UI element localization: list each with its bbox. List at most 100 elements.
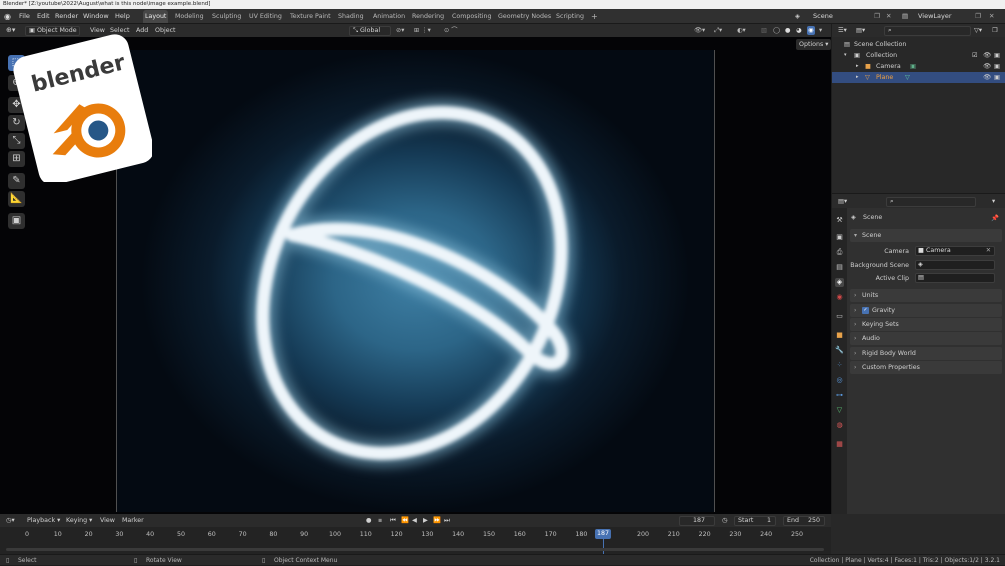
- render-camera-icon[interactable]: ▣: [994, 61, 1000, 72]
- new-view-layer-icon[interactable]: ❐: [975, 9, 981, 24]
- eye-icon[interactable]: 👁: [983, 61, 991, 72]
- tab-geometry-nodes[interactable]: Geometry Nodes: [496, 11, 553, 22]
- tab-sculpting[interactable]: Sculpting: [210, 11, 243, 22]
- options-dropdown[interactable]: Options ▾: [796, 39, 831, 50]
- shading-options-icon[interactable]: ▾: [819, 24, 822, 37]
- tab-shading[interactable]: Shading: [336, 11, 366, 22]
- view-layer-selector[interactable]: ViewLayer: [918, 9, 952, 24]
- delete-scene-icon[interactable]: ✕: [886, 9, 891, 24]
- outliner-row-plane[interactable]: ▸ ▽ Plane ▽ 👁 ▣: [832, 72, 1005, 83]
- jump-end-icon[interactable]: ⏭: [444, 514, 450, 527]
- expand-arrow-icon[interactable]: ▸: [856, 61, 859, 72]
- current-frame-field[interactable]: 187: [679, 516, 715, 526]
- add-cube-icon[interactable]: ▣: [8, 213, 25, 229]
- menu-render[interactable]: Render: [55, 9, 78, 24]
- gravity-checkbox[interactable]: ✓: [862, 307, 869, 314]
- end-frame-field[interactable]: End 250: [783, 516, 825, 526]
- shading-rendered-icon[interactable]: ◉: [807, 26, 815, 35]
- constraints-tab-icon[interactable]: ⊶: [835, 391, 844, 400]
- auto-keying-icon[interactable]: ▪: [378, 514, 382, 527]
- timeline[interactable]: 0 10 20 30 40 50 60 70 80 90 100 110 120 130 140 150 160…: [0, 527, 831, 554]
- object-tab-icon[interactable]: ■: [835, 331, 844, 340]
- properties-options-icon[interactable]: ▾: [992, 195, 995, 208]
- shading-wireframe-icon[interactable]: ◯: [773, 24, 780, 37]
- xray-icon[interactable]: ▧: [761, 24, 767, 37]
- scene-tab-icon[interactable]: ◈: [835, 278, 844, 287]
- new-scene-icon[interactable]: ❐: [874, 9, 880, 24]
- outliner-editor-type-icon[interactable]: ☰▾: [838, 24, 847, 37]
- section-gravity[interactable]: › ✓ Gravity: [850, 304, 1002, 317]
- tab-animation[interactable]: Animation: [371, 11, 407, 22]
- menu-window[interactable]: Window: [83, 9, 109, 24]
- eye-icon[interactable]: 👁: [983, 50, 991, 61]
- section-rigid-body-world[interactable]: › Rigid Body World: [850, 347, 1002, 360]
- outliner-row-camera[interactable]: ▸ ■ Camera ▣ 👁 ▣: [832, 61, 1005, 72]
- tab-compositing[interactable]: Compositing: [450, 11, 493, 22]
- render-tab-icon[interactable]: ▣: [835, 233, 844, 242]
- section-custom-properties[interactable]: › Custom Properties: [850, 361, 1002, 374]
- clear-icon[interactable]: ✕: [986, 247, 991, 255]
- menu-help[interactable]: Help: [115, 9, 130, 24]
- active-clip-field[interactable]: ▤: [915, 273, 995, 283]
- tab-texture-paint[interactable]: Texture Paint: [288, 11, 333, 22]
- shading-material-icon[interactable]: ◕: [796, 24, 802, 37]
- outliner-search-input[interactable]: ⌕: [884, 26, 971, 36]
- viewport-menu-object[interactable]: Object: [155, 24, 176, 37]
- add-workspace-button[interactable]: +: [589, 11, 600, 22]
- background-scene-field[interactable]: ◈: [915, 260, 995, 270]
- scene-selector[interactable]: Scene: [813, 9, 833, 24]
- play-icon[interactable]: ▶: [423, 514, 428, 527]
- playhead[interactable]: 187: [594, 529, 611, 539]
- eye-icon[interactable]: 👁: [983, 72, 991, 83]
- texture-tab-icon[interactable]: ▦: [835, 440, 844, 449]
- menu-file[interactable]: File: [19, 9, 30, 24]
- filter-icon[interactable]: ▽▾: [974, 24, 982, 37]
- proportional-edit-icon[interactable]: ⊙ ⌒: [444, 24, 458, 37]
- outliner-row-scene-collection[interactable]: ▤ Scene Collection: [832, 39, 1005, 50]
- collection-tab-icon[interactable]: ▭: [835, 312, 844, 321]
- transform-orientation-dropdown[interactable]: ⤡ Global: [349, 26, 391, 36]
- pin-icon[interactable]: 📌: [991, 214, 999, 222]
- timeline-scrollbar[interactable]: [6, 548, 824, 551]
- start-frame-field[interactable]: Start 1: [734, 516, 776, 526]
- render-camera-icon[interactable]: ▣: [994, 50, 1000, 61]
- modifier-tab-icon[interactable]: 🔧: [835, 346, 844, 355]
- section-scene[interactable]: ▾ Scene: [850, 229, 1002, 242]
- tab-uv-editing[interactable]: UV Editing: [247, 11, 284, 22]
- timeline-menu-playback[interactable]: Playback ▾: [27, 514, 60, 527]
- expand-arrow-icon[interactable]: ▾: [844, 50, 847, 61]
- record-icon[interactable]: ●: [366, 514, 372, 527]
- clock-icon[interactable]: ◷: [722, 514, 728, 527]
- properties-editor-type-icon[interactable]: ▤▾: [838, 195, 847, 208]
- data-tab-icon[interactable]: ▽: [835, 406, 844, 415]
- expand-arrow-icon[interactable]: ▸: [856, 72, 859, 83]
- section-units[interactable]: › Units: [850, 289, 1002, 302]
- world-tab-icon[interactable]: ◉: [835, 293, 844, 302]
- tab-layout[interactable]: Layout: [143, 10, 169, 23]
- material-tab-icon[interactable]: ◍: [835, 421, 844, 430]
- section-keying-sets[interactable]: › Keying Sets: [850, 318, 1002, 331]
- pivot-icon[interactable]: ⊘▾: [396, 24, 404, 37]
- gizmo-icon[interactable]: ⤢▾: [714, 24, 722, 37]
- camera-field[interactable]: ■ Camera ✕: [915, 246, 995, 256]
- timeline-editor-type-icon[interactable]: ◷▾: [6, 514, 15, 527]
- outliner-display-mode-icon[interactable]: ▤▾: [856, 24, 865, 37]
- jump-keyframe-forward-icon[interactable]: ⏩: [433, 514, 441, 527]
- menu-edit[interactable]: Edit: [37, 9, 50, 24]
- visibility-icon[interactable]: 👁▾: [694, 24, 705, 37]
- overlay-icon[interactable]: ◐▾: [737, 24, 746, 37]
- exclude-checkbox-icon[interactable]: ☑: [972, 50, 978, 61]
- timeline-menu-keying[interactable]: Keying ▾: [66, 514, 92, 527]
- outliner-row-collection[interactable]: ▾ ▣ Collection ☑ 👁 ▣: [832, 50, 1005, 61]
- section-audio[interactable]: › Audio: [850, 332, 1002, 345]
- play-reverse-icon[interactable]: ◀: [412, 514, 417, 527]
- timeline-menu-view[interactable]: View: [100, 514, 115, 527]
- particles-tab-icon[interactable]: ⁘: [835, 361, 844, 370]
- tab-rendering[interactable]: Rendering: [410, 11, 446, 22]
- measure-icon[interactable]: 📐: [8, 191, 25, 207]
- properties-search-input[interactable]: ⌕: [886, 197, 976, 207]
- tab-scripting[interactable]: Scripting: [554, 11, 586, 22]
- jump-keyframe-back-icon[interactable]: ⏪: [401, 514, 409, 527]
- physics-tab-icon[interactable]: ◎: [835, 376, 844, 385]
- shading-solid-icon[interactable]: ●: [785, 24, 791, 37]
